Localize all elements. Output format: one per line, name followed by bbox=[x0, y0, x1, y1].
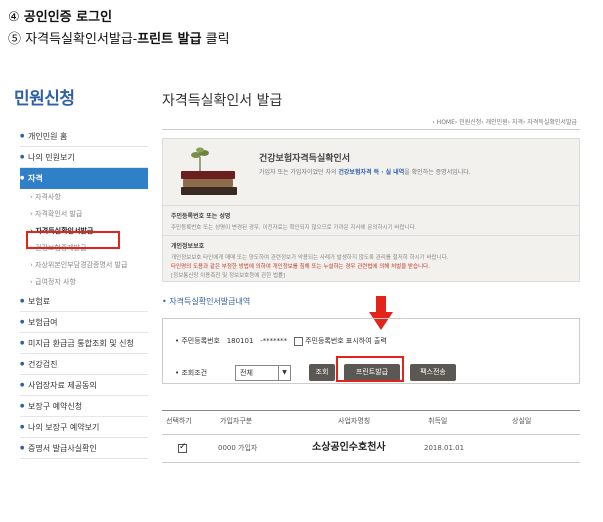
step-suffix: 클릭 bbox=[201, 32, 230, 47]
highlight-box-print bbox=[336, 356, 404, 382]
table-header-acquired: 취득일 bbox=[428, 417, 448, 425]
sidebar-sub-qualification-info[interactable]: 자격사항 bbox=[20, 189, 148, 206]
book-icon bbox=[181, 171, 235, 179]
rrn-label: 주민등록번호 bbox=[175, 337, 220, 345]
period-select[interactable]: 전체 ▼ bbox=[235, 365, 291, 381]
table-row bbox=[178, 436, 187, 460]
section-warning-text: 타인명의 도용과 같은 부정한 방법에 의하여 개인정보를 침해 또는 누설하는… bbox=[171, 264, 430, 270]
section-text: [정보통신망 이용촉진 및 정보보호등에 관한 법률] bbox=[171, 273, 286, 279]
chevron-down-icon: ▼ bbox=[278, 366, 290, 380]
sidebar-item-my-requests[interactable]: 나의 민원보기 bbox=[20, 147, 148, 168]
period-label: 조회조건 bbox=[175, 369, 207, 377]
sidebar-item-checkup[interactable]: 건강검진 bbox=[20, 354, 148, 375]
sidebar-sub-qualification-cert[interactable]: 자격확인서 발급 bbox=[20, 206, 148, 223]
highlight-box-sidebar bbox=[26, 231, 120, 249]
sidebar-item-cert-verify[interactable]: 증명서 발급사실확인 bbox=[20, 438, 148, 459]
step-text: 공인인증 로그인 bbox=[23, 10, 113, 25]
info-desc-prefix: 가입자 또는 가입자이었던 자의 bbox=[259, 169, 339, 176]
info-title: 건강보험자격득실확인서 bbox=[259, 154, 351, 164]
table-header-select: 선택하기 bbox=[166, 417, 192, 425]
table-header-type: 가입자구분 bbox=[220, 417, 253, 425]
sidebar-sub-copay-cert[interactable]: 자상위본인부담경감증명서 발급 bbox=[20, 257, 148, 274]
fax-send-button[interactable]: 팩스전송 bbox=[410, 364, 456, 381]
period-select-value: 전체 bbox=[240, 369, 253, 377]
book-icon bbox=[183, 179, 233, 187]
sidebar-item-home[interactable]: 개인민원 홈 bbox=[20, 126, 148, 147]
rrn-checkbox-label: 주민등록번호 표시하여 출력 bbox=[305, 337, 387, 345]
row-type: 0000 가입자 bbox=[218, 444, 258, 452]
sidebar-item-workplace-consent[interactable]: 사업장자료 제공동의 bbox=[20, 375, 148, 396]
row-select-checkbox[interactable] bbox=[178, 441, 187, 453]
section-heading: 주민등록번호 또는 성명 bbox=[171, 213, 231, 220]
period-row: 조회조건 bbox=[175, 363, 207, 383]
table-header-rule bbox=[162, 434, 580, 435]
rrn-display-checkbox[interactable] bbox=[293, 336, 303, 346]
page-title: 자격득실확인서 발급 bbox=[162, 93, 283, 109]
instruction-step-4: ④ 공인인증 로그인 bbox=[8, 6, 112, 25]
form-section-title: 자격득실확인서발급내역 bbox=[162, 296, 250, 307]
sidebar-item-benefits[interactable]: 보험급여 bbox=[20, 312, 148, 333]
info-desc-bold: 건강보험자격 득 · 실 내역 bbox=[338, 169, 405, 176]
rrn-front: 180101 bbox=[226, 337, 254, 345]
step-number: ④ bbox=[8, 10, 20, 25]
section-logo: 민원신청 bbox=[14, 89, 75, 109]
info-desc-suffix: 을 확인하는 증명서입니다. bbox=[404, 169, 471, 176]
table-header-lost: 상실일 bbox=[512, 417, 532, 425]
section-text: 개인정보보호 타인에게 매매 또는 양도하여 관련정보가 악용되는 사례가 발생… bbox=[171, 255, 449, 261]
plant-icon bbox=[191, 147, 209, 171]
row-company: 소상공인수호천사 bbox=[312, 442, 386, 453]
sidebar-item-premium[interactable]: 보험료 bbox=[20, 291, 148, 312]
sidebar-sub-benefit-suspension[interactable]: 급여정지 사항 bbox=[20, 274, 148, 291]
section-text: 주민등록번호 또는 성명이 변경된 경우, 이전자료는 확인되지 않으므로 가까… bbox=[171, 225, 417, 231]
step-prefix: 자격득실확인서발급- bbox=[25, 32, 138, 47]
step-bold: 프린트 발급 bbox=[137, 32, 202, 47]
title-divider bbox=[162, 129, 580, 130]
book-icon bbox=[181, 187, 237, 195]
sidebar-item-my-device-reservation[interactable]: 나의 보장구 예약보기 bbox=[20, 417, 148, 438]
section-heading: 개인정보보호 bbox=[171, 243, 205, 250]
search-button[interactable]: 조회 bbox=[309, 364, 335, 381]
sidebar-item-refund[interactable]: 미지급 환급금 통합조회 및 신청 bbox=[20, 333, 148, 354]
sidebar-nav: 개인민원 홈 나의 민원보기 자격 자격사항 자격확인서 발급 자격득실확인서발… bbox=[20, 126, 148, 459]
instruction-step-5: ⑤ 자격득실확인서발급-프린트 발급 클릭 bbox=[8, 28, 230, 47]
sidebar-item-qualification[interactable]: 자격 bbox=[20, 168, 148, 189]
info-panel: 건강보험자격득실확인서 가입자 또는 가입자이었던 자의 건강보험자격 득 · … bbox=[162, 138, 580, 282]
table-header-company: 사업자명칭 bbox=[338, 417, 371, 425]
step-number: ⑤ bbox=[8, 32, 22, 47]
sidebar-item-device-reservation[interactable]: 보장구 예약신청 bbox=[20, 396, 148, 417]
rrn-back: -******* bbox=[260, 337, 288, 345]
row-acquired: 2018.01.01 bbox=[424, 444, 465, 452]
table-bottom-rule bbox=[162, 462, 580, 463]
rrn-row: 주민등록번호 180101 -******* 주민등록번호 표시하여 출력 bbox=[175, 331, 387, 351]
breadcrumb: › HOME› 민원신청› 개인민원› 자격› 자격득실확인서발급 bbox=[432, 119, 577, 126]
info-description: 가입자 또는 가입자이었던 자의 건강보험자격 득 · 실 내역을 확인하는 증… bbox=[259, 167, 471, 176]
info-divider bbox=[163, 235, 579, 236]
info-divider bbox=[163, 205, 579, 206]
books-illustration bbox=[177, 145, 239, 201]
